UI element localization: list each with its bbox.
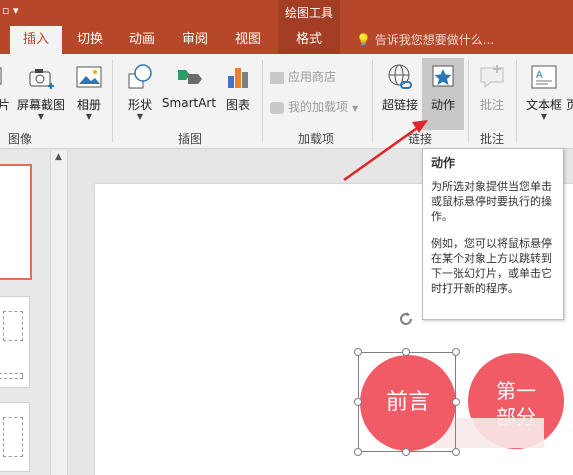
- tooltip-description: 为所选对象提供当您单击或鼠标悬停时要执行的操作。: [431, 180, 552, 223]
- action-tooltip: 动作 为所选对象提供当您单击或鼠标悬停时要执行的操作。 例如，您可以将鼠标悬停在…: [422, 148, 564, 320]
- tooltip-example: 例如，您可以将鼠标悬停在某个对象上方以跳转到下一张幻灯片，或单击它时打开新的程序…: [431, 237, 552, 295]
- tooltip-title: 动作: [431, 156, 456, 170]
